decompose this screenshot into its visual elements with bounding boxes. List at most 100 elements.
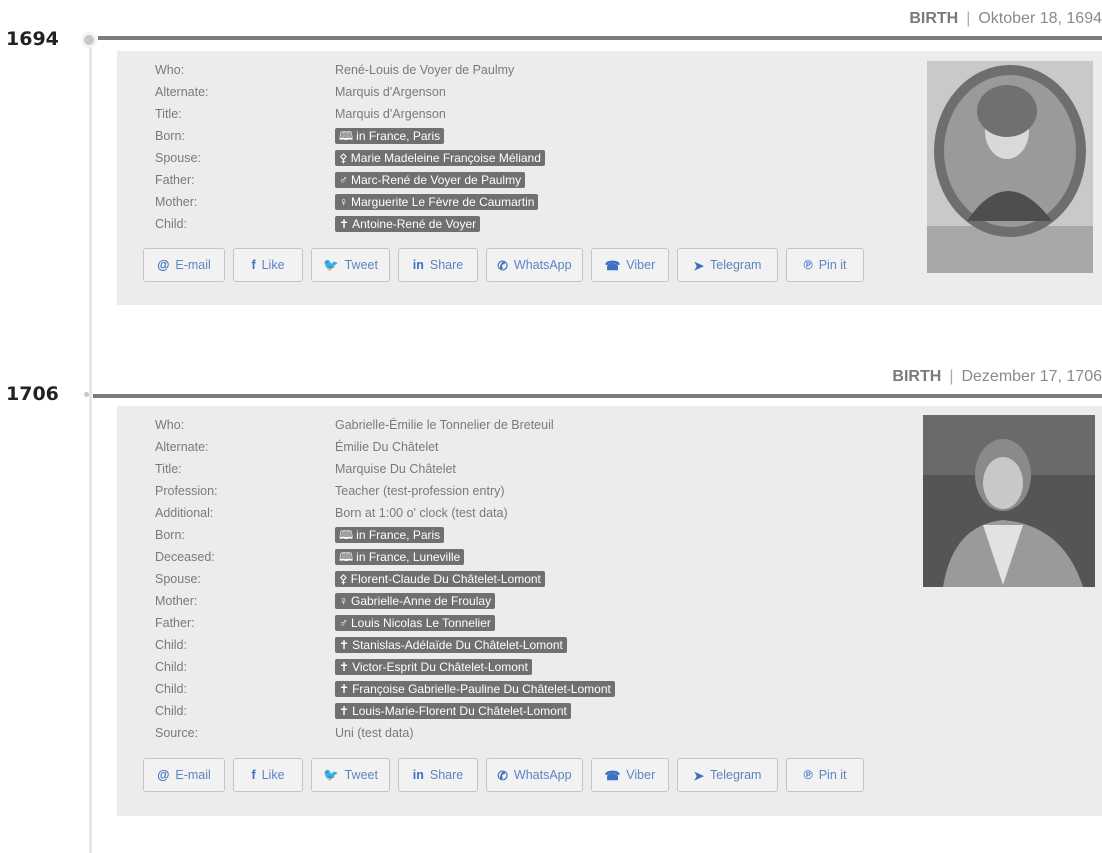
share-button-label: Share — [429, 258, 464, 272]
share-button-label: E-mail — [175, 768, 211, 782]
relation-text: Stanislas-Adélaïde Du Châtelet-Lomont — [352, 638, 563, 652]
share-button-label: Like — [261, 258, 285, 272]
portrait-image — [927, 61, 1093, 273]
header-separator: | — [966, 10, 971, 27]
share-button-tweet[interactable]: 🐦 Tweet — [311, 248, 390, 282]
relation-text: Louis-Marie-Florent Du Châtelet-Lomont — [352, 704, 567, 718]
detail-label: Mother: — [155, 195, 198, 209]
detail-label: Title: — [155, 462, 182, 476]
share-button-whatsapp[interactable]: ✆ WhatsApp — [486, 758, 583, 792]
relation-tag[interactable]: ♀ Marguerite Le Fèvre de Caumartin — [335, 194, 539, 210]
relation-tag[interactable]: ⚴ Florent-Claude Du Châtelet-Lomont — [335, 571, 545, 587]
relation-text: Françoise Gabrielle-Pauline Du Châtelet-… — [352, 682, 611, 696]
detail-value: Born at 1:00 o' clock (test data) — [335, 506, 508, 520]
relation-tag[interactable]: ✝ Stanislas-Adélaïde Du Châtelet-Lomont — [335, 637, 567, 653]
detail-value: Marquis d'Argenson — [335, 107, 446, 121]
share-button-label: Share — [429, 768, 464, 782]
relation-tag[interactable]: 🕮 in France, Paris — [335, 527, 445, 543]
relation-icon: ✝ — [339, 704, 350, 718]
share-button-email[interactable]: @ E-mail — [143, 758, 225, 792]
event-type: BIRTH — [909, 10, 959, 27]
relation-tag[interactable]: 🕮 in France, Paris — [335, 128, 445, 144]
relation-text: Florent-Claude Du Châtelet-Lomont — [350, 572, 541, 586]
relation-tag[interactable]: 🕮 in France, Luneville — [335, 549, 465, 565]
detail-label: Father: — [155, 173, 195, 187]
relation-tag[interactable]: ✝ Françoise Gabrielle-Pauline Du Châtelet… — [335, 681, 615, 697]
relation-tag[interactable]: ♂ Marc-René de Voyer de Paulmy — [335, 172, 526, 188]
relation-icon: ✝ — [339, 682, 350, 696]
relation-tag[interactable]: ✝ Victor-Esprit Du Châtelet-Lomont — [335, 659, 532, 675]
relation-icon: ⚴ — [339, 151, 348, 165]
relation-text: in France, Luneville — [356, 550, 461, 564]
portrait-image — [923, 415, 1095, 587]
timeline-year: 1694 — [6, 28, 59, 50]
timeline-dot — [84, 392, 89, 397]
detail-label: Title: — [155, 107, 182, 121]
timeline-year: 1706 — [6, 383, 59, 405]
event-date: Oktober 18, 1694 — [978, 10, 1102, 27]
detail-label: Who: — [155, 418, 185, 432]
relation-tag[interactable]: ♀ Gabrielle-Anne de Froulay — [335, 593, 496, 609]
relation-icon: ✝ — [339, 217, 350, 231]
share-button-label: Tweet — [344, 768, 378, 782]
relation-icon: 🕮 — [339, 550, 354, 564]
share-button-telegram[interactable]: ➤ Telegram — [677, 758, 778, 792]
relation-icon: ✝ — [339, 638, 350, 652]
detail-label: Mother: — [155, 594, 198, 608]
relation-text: Marc-René de Voyer de Paulmy — [351, 173, 522, 187]
timeline-connector — [93, 394, 1102, 398]
share-button-label: Pin it — [818, 768, 847, 782]
relation-icon: 🕮 — [339, 129, 354, 143]
share-button-label: WhatsApp — [513, 768, 572, 782]
pinterest-icon: ℗ — [803, 258, 813, 272]
share-button-tweet[interactable]: 🐦 Tweet — [311, 758, 390, 792]
whatsapp-icon: ✆ — [497, 258, 508, 273]
viber-icon: ☎ — [604, 768, 621, 783]
share-button-label: Like — [261, 768, 285, 782]
share-button-telegram[interactable]: ➤ Telegram — [677, 248, 778, 282]
timeline-connector — [98, 36, 1102, 40]
relation-text: Louis Nicolas Le Tonnelier — [351, 616, 491, 630]
event-date: Dezember 17, 1706 — [961, 368, 1102, 385]
relation-text: Gabrielle-Anne de Froulay — [351, 594, 492, 608]
share-button-pinit[interactable]: ℗ Pin it — [786, 758, 864, 792]
share-button-label: Telegram — [710, 258, 762, 272]
detail-label: Born: — [155, 129, 185, 143]
detail-label: Child: — [155, 660, 187, 674]
relation-tag[interactable]: ✝ Antoine-René de Voyer — [335, 216, 481, 232]
share-button-like[interactable]: f Like — [233, 248, 303, 282]
relation-tag[interactable]: ♂ Louis Nicolas Le Tonnelier — [335, 615, 495, 631]
detail-label: Deceased: — [155, 550, 215, 564]
share-bar: @ E-mail f Like 🐦 Tweet in Share ✆ WhatsApp ☎ Viber… — [143, 758, 872, 792]
detail-label: Source: — [155, 726, 199, 740]
linkedin-icon: in — [412, 258, 424, 272]
share-button-like[interactable]: f Like — [233, 758, 303, 792]
share-button-label: Viber — [626, 258, 656, 272]
share-button-viber[interactable]: ☎ Viber — [591, 248, 669, 282]
share-button-pinit[interactable]: ℗ Pin it — [786, 248, 864, 282]
relation-text: in France, Paris — [356, 129, 441, 143]
share-button-label: WhatsApp — [513, 258, 572, 272]
relation-tag[interactable]: ✝ Louis-Marie-Florent Du Châtelet-Lomont — [335, 703, 571, 719]
facebook-icon: f — [251, 258, 256, 272]
share-button-share[interactable]: in Share — [398, 758, 478, 792]
relation-text: Marguerite Le Fèvre de Caumartin — [351, 195, 535, 209]
share-button-label: Tweet — [344, 258, 378, 272]
detail-value: René-Louis de Voyer de Paulmy — [335, 63, 515, 77]
share-button-email[interactable]: @ E-mail — [143, 248, 225, 282]
detail-label: Child: — [155, 638, 187, 652]
share-button-share[interactable]: in Share — [398, 248, 478, 282]
twitter-icon: 🐦 — [323, 767, 339, 782]
share-button-whatsapp[interactable]: ✆ WhatsApp — [486, 248, 583, 282]
detail-label: Child: — [155, 704, 187, 718]
event-card: Who: René-Louis de Voyer de Paulmy Alterna… — [117, 51, 1102, 305]
relation-icon: ♂ — [339, 616, 348, 630]
share-button-viber[interactable]: ☎ Viber — [591, 758, 669, 792]
relation-tag[interactable]: ⚴ Marie Madeleine Françoise Méliand — [335, 150, 545, 166]
relation-icon: ♀ — [339, 594, 348, 608]
detail-value: Émilie Du Châtelet — [335, 440, 439, 454]
timeline-axis — [89, 44, 92, 853]
relation-text: Antoine-René de Voyer — [352, 217, 477, 231]
share-button-label: Viber — [626, 768, 656, 782]
header-separator: | — [949, 368, 954, 385]
